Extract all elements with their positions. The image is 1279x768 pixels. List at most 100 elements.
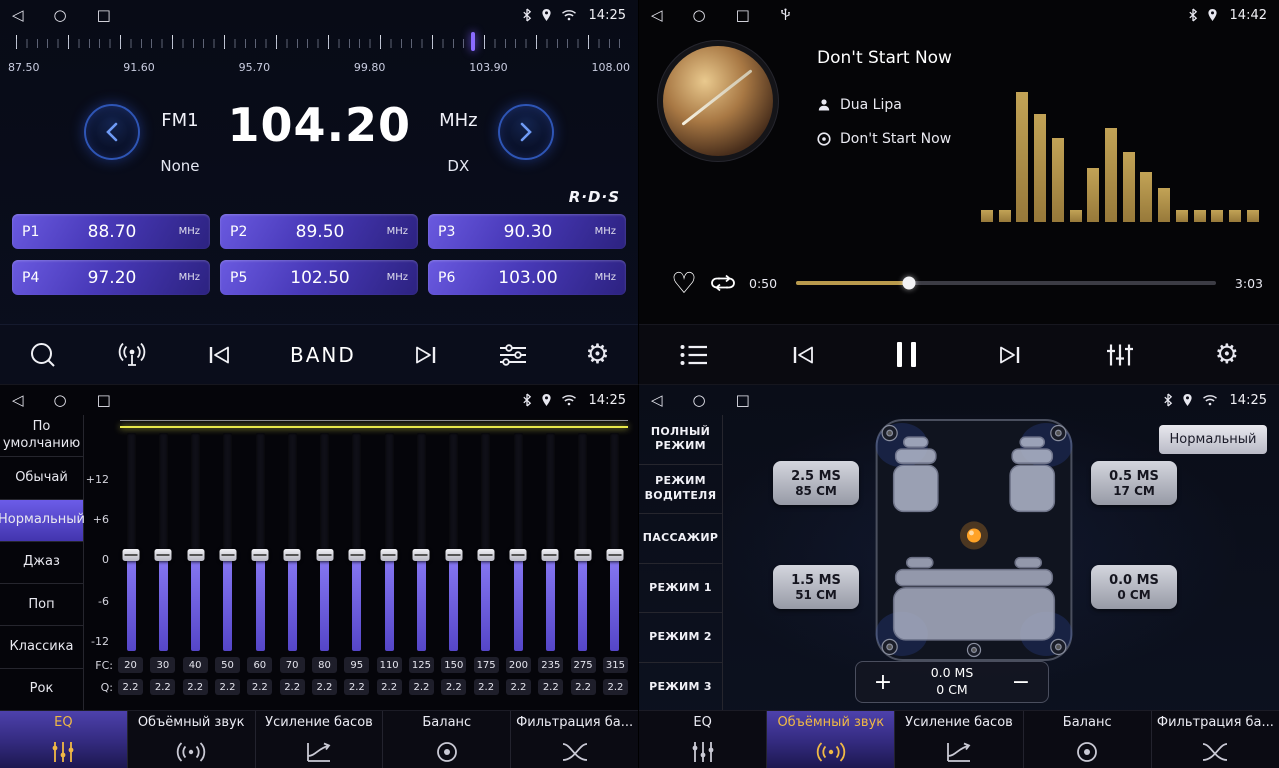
- eq-slider-handle[interactable]: [606, 549, 623, 561]
- eq-band-235[interactable]: [537, 433, 563, 651]
- position-mode-5[interactable]: РЕЖИМ 3: [639, 663, 722, 712]
- tab-surround[interactable]: Объёмный звук: [127, 711, 255, 768]
- eq-slider-handle[interactable]: [574, 549, 591, 561]
- pause-button[interactable]: [897, 342, 916, 367]
- eq-preset-6[interactable]: Рок: [0, 669, 83, 711]
- home-icon[interactable]: ○: [54, 6, 67, 24]
- eq-slider-handle[interactable]: [413, 549, 430, 561]
- eq-band-20[interactable]: [118, 433, 144, 651]
- eq-preset-2[interactable]: Нормальный: [0, 500, 83, 542]
- eq-preset-1[interactable]: Обычай: [0, 457, 83, 499]
- position-mode-0[interactable]: ПОЛНЫЙ РЕЖИМ: [639, 415, 722, 465]
- eq-band-80[interactable]: [312, 433, 338, 651]
- repeat-button[interactable]: [710, 273, 736, 293]
- previous-station-button[interactable]: [205, 343, 233, 367]
- settings-button[interactable]: ⚙: [585, 341, 609, 368]
- tab-balance[interactable]: Баланс: [1023, 711, 1151, 768]
- tab-surround[interactable]: Объёмный звук: [766, 711, 894, 768]
- seek-bar[interactable]: [796, 281, 1216, 285]
- recents-icon[interactable]: □: [97, 6, 111, 24]
- mixer-button[interactable]: [1105, 342, 1135, 368]
- eq-band-275[interactable]: [570, 433, 596, 651]
- eq-slider-handle[interactable]: [348, 549, 365, 561]
- delay-rear-left[interactable]: 1.5 MS 51 CM: [773, 565, 859, 609]
- preset-P1[interactable]: P188.70MHz: [12, 214, 210, 249]
- tuner-needle[interactable]: [471, 32, 475, 51]
- profile-button[interactable]: Нормальный: [1159, 425, 1267, 454]
- preset-P3[interactable]: P390.30MHz: [428, 214, 626, 249]
- band-button[interactable]: BAND: [290, 343, 356, 367]
- preset-P5[interactable]: P5102.50MHz: [220, 260, 418, 295]
- home-icon[interactable]: ○: [693, 6, 706, 24]
- eq-slider-handle[interactable]: [187, 549, 204, 561]
- back-icon[interactable]: ◁: [651, 391, 663, 409]
- eq-slider-handle[interactable]: [445, 549, 462, 561]
- eq-preset-5[interactable]: Классика: [0, 626, 83, 668]
- playlist-button[interactable]: [679, 343, 709, 367]
- eq-slider-handle[interactable]: [252, 549, 269, 561]
- previous-track-button[interactable]: [789, 343, 817, 367]
- eq-band-175[interactable]: [473, 433, 499, 651]
- tab-balance[interactable]: Баланс: [382, 711, 510, 768]
- eq-band-70[interactable]: [279, 433, 305, 651]
- decrease-delay-button[interactable]: −: [1008, 670, 1034, 695]
- home-icon[interactable]: ○: [54, 391, 67, 409]
- recents-icon[interactable]: □: [736, 6, 750, 24]
- scan-search-button[interactable]: [28, 340, 58, 370]
- increase-delay-button[interactable]: +: [870, 670, 896, 695]
- eq-band-110[interactable]: [376, 433, 402, 651]
- eq-band-50[interactable]: [215, 433, 241, 651]
- tab-filter[interactable]: Фильтрация ба...: [1151, 711, 1279, 768]
- eq-preset-0[interactable]: По умолчанию: [0, 415, 83, 457]
- eq-band-125[interactable]: [408, 433, 434, 651]
- delay-rear-right[interactable]: 0.0 MS 0 CM: [1091, 565, 1177, 609]
- next-track-button[interactable]: [996, 343, 1024, 367]
- recents-icon[interactable]: □: [97, 391, 111, 409]
- preset-P6[interactable]: P6103.00MHz: [428, 260, 626, 295]
- tab-bass-boost[interactable]: Усиление басов: [255, 711, 383, 768]
- position-mode-1[interactable]: РЕЖИМ ВОДИТЕЛЯ: [639, 465, 722, 515]
- eq-slider-handle[interactable]: [381, 549, 398, 561]
- eq-slider-handle[interactable]: [510, 549, 527, 561]
- eq-slider-handle[interactable]: [123, 549, 140, 561]
- eq-slider-handle[interactable]: [219, 549, 236, 561]
- back-icon[interactable]: ◁: [12, 391, 24, 409]
- broadcast-button[interactable]: [115, 341, 149, 369]
- position-mode-3[interactable]: РЕЖИМ 1: [639, 564, 722, 614]
- position-mode-4[interactable]: РЕЖИМ 2: [639, 613, 722, 663]
- eq-preset-4[interactable]: Поп: [0, 584, 83, 626]
- recents-icon[interactable]: □: [736, 391, 750, 409]
- position-mode-2[interactable]: ПАССАЖИР: [639, 514, 722, 564]
- delay-front-right[interactable]: 0.5 MS 17 CM: [1091, 461, 1177, 505]
- settings-button[interactable]: ⚙: [1215, 341, 1239, 368]
- eq-slider-handle[interactable]: [155, 549, 172, 561]
- eq-slider-handle[interactable]: [542, 549, 559, 561]
- back-icon[interactable]: ◁: [651, 6, 663, 24]
- eq-band-30[interactable]: [150, 433, 176, 651]
- eq-slider-handle[interactable]: [316, 549, 333, 561]
- eq-band-315[interactable]: [602, 433, 628, 651]
- tune-up-button[interactable]: [498, 104, 554, 160]
- tab-eq[interactable]: EQ: [0, 711, 127, 768]
- eq-preset-3[interactable]: Джаз: [0, 542, 83, 584]
- next-station-button[interactable]: [412, 343, 440, 367]
- eq-slider-handle[interactable]: [284, 549, 301, 561]
- eq-band-95[interactable]: [344, 433, 370, 651]
- eq-band-60[interactable]: [247, 433, 273, 651]
- tab-bass-boost[interactable]: Усиление басов: [894, 711, 1022, 768]
- favorite-button[interactable]: ♡: [671, 269, 697, 298]
- tab-filter[interactable]: Фильтрация ба...: [510, 711, 638, 768]
- preset-P4[interactable]: P497.20MHz: [12, 260, 210, 295]
- eq-band-40[interactable]: [183, 433, 209, 651]
- eq-slider-handle[interactable]: [477, 549, 494, 561]
- tab-eq[interactable]: EQ: [639, 711, 766, 768]
- tune-down-button[interactable]: [84, 104, 140, 160]
- seek-thumb[interactable]: [903, 277, 916, 290]
- back-icon[interactable]: ◁: [12, 6, 24, 24]
- preset-P2[interactable]: P289.50MHz: [220, 214, 418, 249]
- home-icon[interactable]: ○: [693, 391, 706, 409]
- audio-settings-button[interactable]: [497, 342, 529, 368]
- delay-front-left[interactable]: 2.5 MS 85 CM: [773, 461, 859, 505]
- eq-band-200[interactable]: [505, 433, 531, 651]
- eq-band-150[interactable]: [441, 433, 467, 651]
